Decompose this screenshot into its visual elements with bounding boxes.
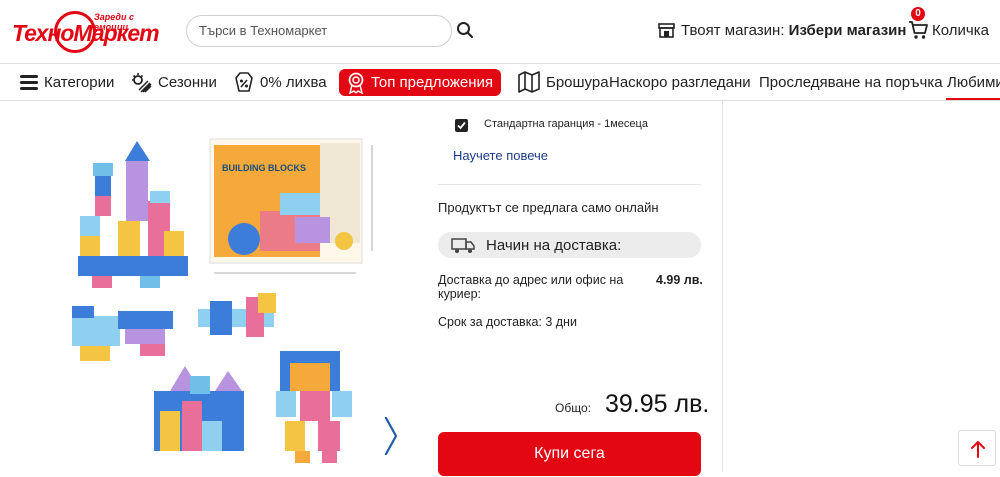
store-value[interactable]: Избери магазин [789,22,907,39]
box-title: BUILDING BLOCKS [222,163,306,173]
cart-icon[interactable] [908,20,929,40]
search-input[interactable] [199,23,439,38]
total-price: 39.95 лв. [605,390,710,418]
cart-count-badge: 0 [911,7,925,21]
total-label: Общо: [555,401,591,415]
nav-favorites[interactable]: Любими [947,64,1000,100]
learn-more-link[interactable]: Научете повече [453,148,548,163]
nav-zero-interest-label: 0% лихва [260,73,327,91]
product-image[interactable]: BUILDING BLOCKS [0,101,420,472]
nav-categories-label: Категории [44,73,115,91]
store-icon [658,23,675,38]
blocks-tower [78,141,188,288]
online-only-notice: Продуктът се предлага само онлайн [438,200,659,215]
header: ТехноМаркет Зареди с емоции Твоят магази… [0,0,1000,63]
nav-brochure-label: Брошура [546,73,609,91]
courier-delivery-label: Доставка до адрес или офис на куриер: [438,273,624,301]
nav-favorites-label: Любими [947,73,1000,91]
nav-order-tracking[interactable]: Проследяване на поръчка [759,64,943,100]
nav-seasonal[interactable]: Сезонни [131,64,217,100]
divider [438,184,701,185]
nav-seasonal-label: Сезонни [158,73,217,91]
warranty-checkbox[interactable] [455,119,468,132]
warranty-label: Стандартна гаранция - 1месеца [484,118,648,130]
column-divider [722,101,723,472]
store-label: Твоят магазин: [681,22,785,39]
nav-top-offers[interactable]: Топ предложения [339,69,501,96]
logo[interactable]: ТехноМаркет Зареди с емоции [12,8,160,54]
season-icon [132,72,152,93]
scroll-to-top-button[interactable] [958,430,996,466]
cart-label[interactable]: Количка [932,22,989,39]
nav-brochure[interactable]: Брошура [518,64,609,100]
search-box[interactable] [186,15,452,47]
nav-order-tracking-label: Проследяване на поръчка [759,73,943,91]
main-nav: Категории Сезонни 0% лихва Топ предложен… [0,63,1000,101]
menu-icon [20,74,38,90]
nav-top-offers-label: Топ предложения [370,74,494,91]
product-gallery[interactable]: BUILDING BLOCKS [0,101,420,472]
brochure-icon [518,71,540,93]
product-box: BUILDING BLOCKS [209,138,373,274]
arrow-up-icon [971,441,985,458]
store-selector[interactable]: Твоят магазин: Избери магазин [681,22,906,39]
blocks-castle [154,366,244,451]
blocks-robot [276,351,352,463]
logo-tagline: Зареди с емоции [94,12,134,32]
blocks-car [72,306,173,361]
nav-categories[interactable]: Категории [20,64,114,100]
buy-now-button[interactable]: Купи сега [438,432,701,476]
search-icon[interactable] [456,21,474,39]
blocks-plane [198,293,276,337]
truck-icon [451,238,475,253]
chevron-right-icon[interactable] [384,417,398,455]
nav-active-underline [946,98,1000,100]
award-icon [348,72,364,94]
delivery-term: Срок за доставка: 3 дни [438,315,577,329]
nav-recently-viewed[interactable]: Наскоро разгледани [609,64,751,100]
percent-icon [235,72,253,92]
nav-zero-interest[interactable]: 0% лихва [234,64,327,100]
courier-delivery-price: 4.99 лв. [656,273,703,287]
nav-recently-viewed-label: Наскоро разгледани [609,73,751,91]
check-icon [457,121,466,130]
delivery-title: Начин на доставка: [486,237,622,254]
